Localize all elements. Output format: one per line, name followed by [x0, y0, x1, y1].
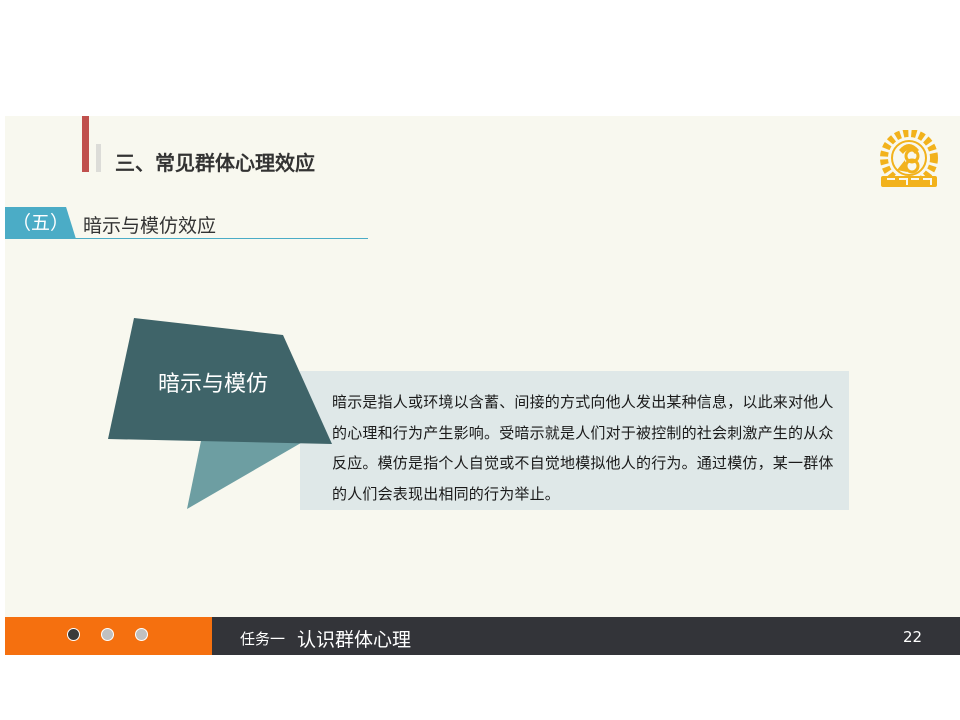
- subsection-number-tab: （五）: [5, 207, 76, 239]
- subsection-title: 暗示与模仿效应: [83, 215, 217, 237]
- slide: 三、常见群体心理效应 （五） 暗示与模仿效应 暗示是指人或环境以含蓄、间接的方式…: [5, 116, 960, 655]
- page-number: 22: [903, 628, 923, 646]
- nav-dot-3[interactable]: [135, 628, 148, 641]
- accent-bar-red: [82, 116, 89, 172]
- content-label: 暗示与模仿: [158, 372, 269, 397]
- subsection-underline: [5, 238, 368, 239]
- footer-orange-block: [5, 617, 212, 655]
- light-teal-shape: [187, 436, 313, 509]
- footer-task-name: 认识群体心理: [297, 629, 412, 651]
- nav-dot-1[interactable]: [67, 628, 80, 641]
- nav-dot-2[interactable]: [101, 628, 114, 641]
- footer-bar: 任务一 认识群体心理 22: [5, 617, 960, 655]
- content-panel: 暗示是指人或环境以含蓄、间接的方式向他人发出某种信息，以此来对他人的心理和行为产…: [300, 371, 849, 510]
- footer-task-label: 任务一: [240, 630, 286, 648]
- company-logo-icon: [880, 130, 938, 187]
- accent-bar-gray: [96, 144, 101, 172]
- section-title: 三、常见群体心理效应: [115, 151, 315, 175]
- content-paragraph: 暗示是指人或环境以含蓄、间接的方式向他人发出某种信息，以此来对他人的心理和行为产…: [332, 393, 834, 503]
